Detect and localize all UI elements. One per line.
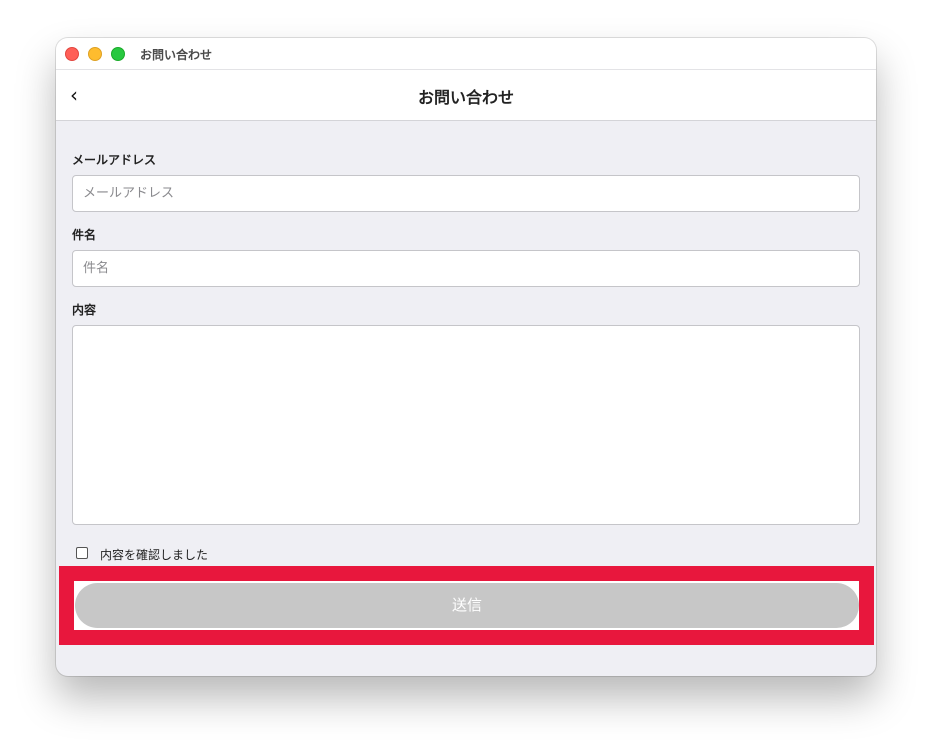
subject-input[interactable]: [72, 250, 860, 287]
email-label: メールアドレス: [72, 153, 157, 167]
window-titlebar: お問い合わせ: [56, 38, 876, 70]
window-title: お問い合わせ: [140, 48, 213, 62]
app-window: お問い合わせ ‹ お問い合わせ メールアドレス 件名 内容 内容を確認しました …: [56, 38, 876, 676]
confirm-label[interactable]: 内容を確認しました: [100, 546, 208, 563]
window-minimize-button[interactable]: [88, 47, 102, 61]
page-title: お問い合わせ: [417, 88, 514, 107]
subject-label: 件名: [72, 228, 97, 242]
email-input[interactable]: [72, 175, 860, 212]
window-close-button[interactable]: [65, 47, 79, 61]
content-label: 内容: [72, 303, 97, 317]
navigation-bar: ‹ お問い合わせ: [56, 70, 876, 121]
window-maximize-button[interactable]: [111, 47, 125, 61]
confirm-checkbox[interactable]: [76, 547, 88, 559]
content-textarea[interactable]: [72, 325, 860, 525]
submit-button[interactable]: 送信: [75, 583, 859, 628]
